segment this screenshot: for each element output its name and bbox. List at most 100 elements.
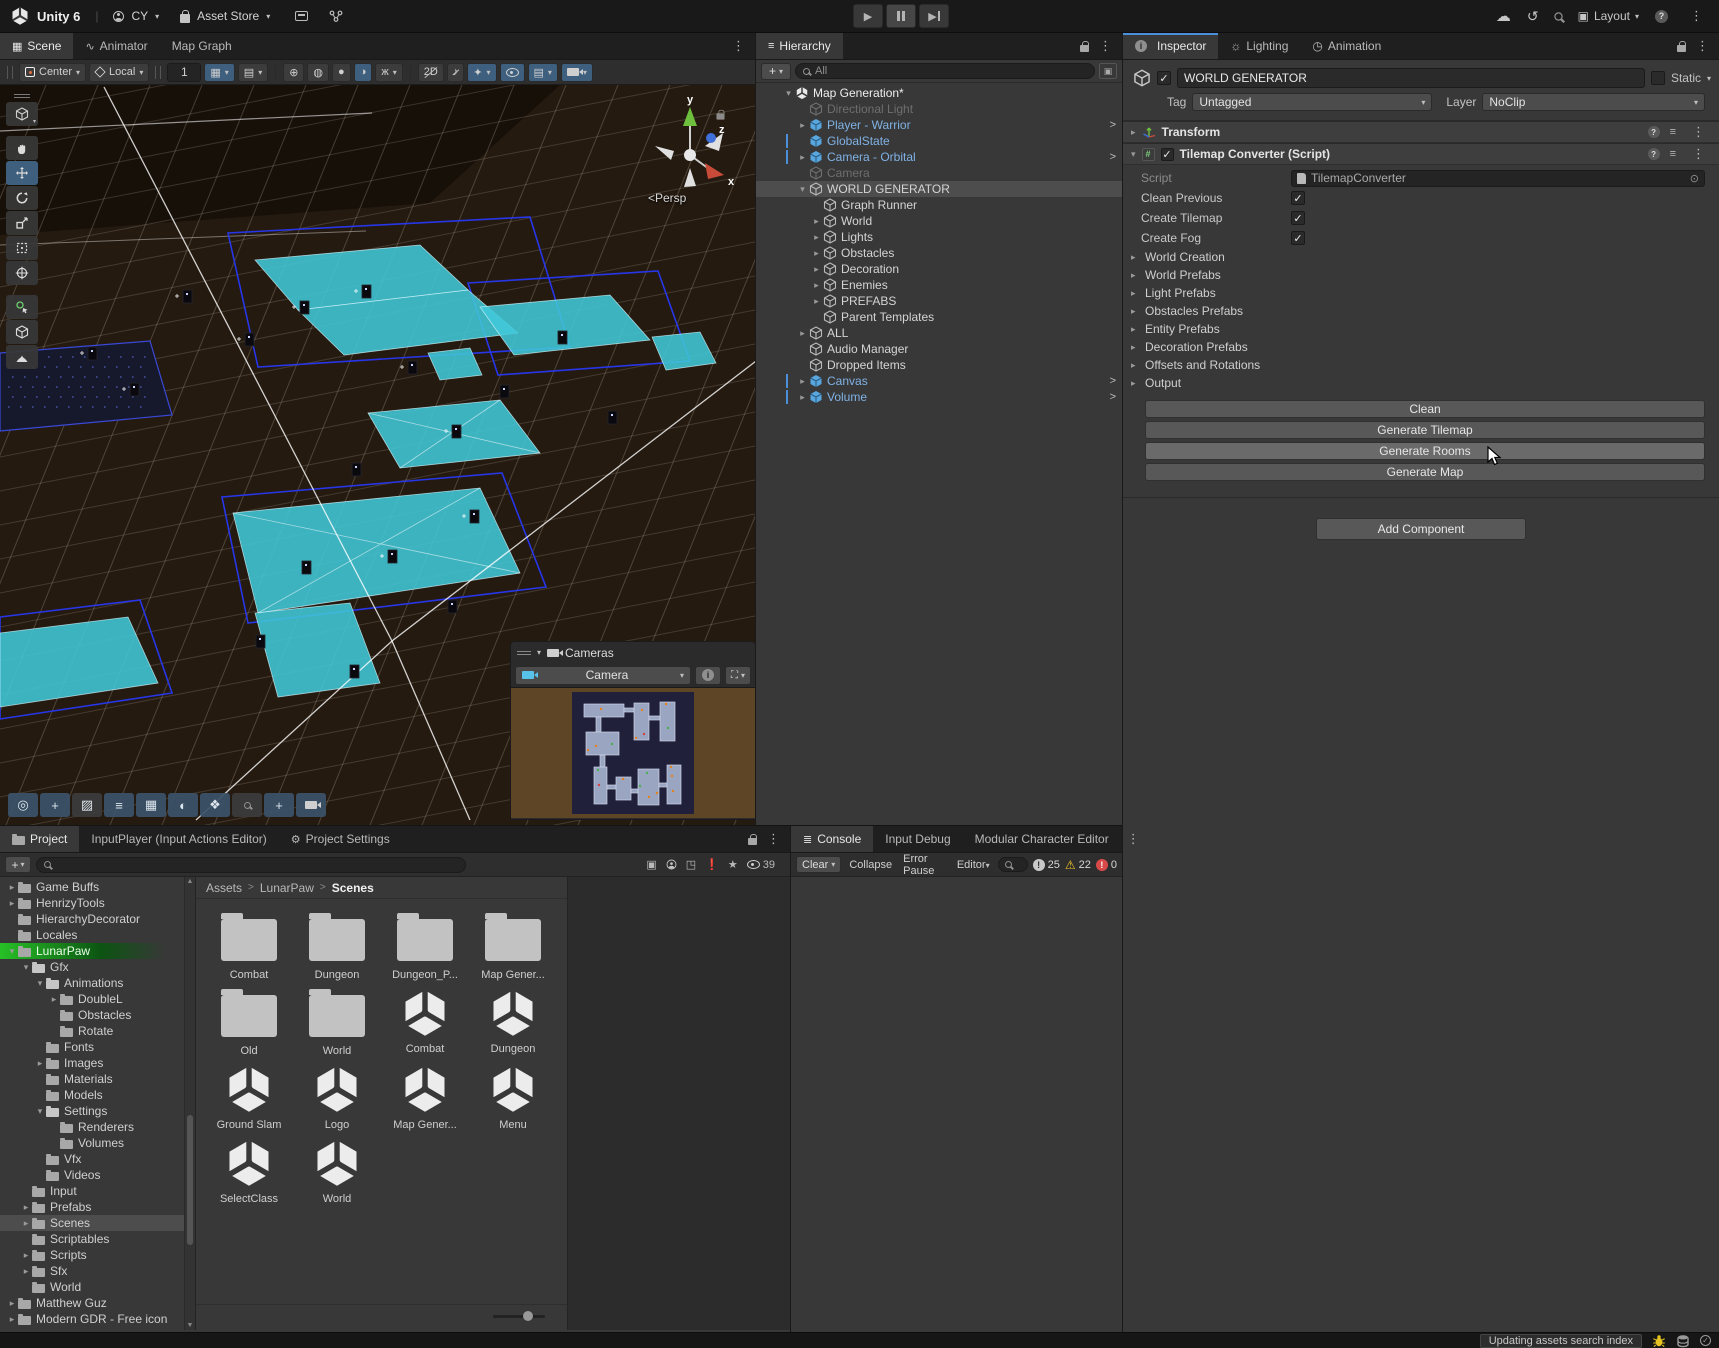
breadcrumb[interactable]: Assets>LunarPaw>Scenes	[196, 877, 567, 899]
tab-scene[interactable]: ▦Scene	[0, 33, 73, 59]
create-object-button[interactable]: +▾	[761, 63, 791, 80]
project-tree-item[interactable]: ▸Sfx	[0, 1263, 184, 1279]
asset-scene-item[interactable]: World	[298, 1133, 376, 1205]
hierarchy-item[interactable]: ▸ALL	[756, 325, 1122, 341]
inspector-foldout[interactable]: ▸World Prefabs	[1123, 266, 1719, 284]
debug-bug-dropdown[interactable]: ж ▾	[375, 63, 402, 82]
tab-project-settings[interactable]: ⚙Project Settings	[279, 826, 402, 852]
foldout-arrow-icon[interactable]: ▸	[20, 1202, 32, 1213]
center-overlay-button[interactable]: +	[264, 793, 294, 817]
expand-chevron-icon[interactable]: >	[1110, 391, 1116, 403]
project-tree-item[interactable]: Obstacles	[0, 1007, 184, 1023]
project-tree-item[interactable]: ▸Game Buffs	[0, 879, 184, 895]
kebab-menu-icon[interactable]: ⋮	[726, 38, 751, 54]
create-asset-button[interactable]: +▾	[5, 856, 31, 873]
expand-chevron-icon[interactable]: >	[1110, 119, 1116, 131]
scrollbar-thumb[interactable]	[187, 1115, 193, 1245]
gizmo-wire-toggle[interactable]: ⊕	[283, 63, 304, 82]
asset-scene-item[interactable]: Menu	[474, 1059, 552, 1131]
clear-button[interactable]: Clear▾	[796, 856, 841, 873]
inspector-foldout[interactable]: ▸Output	[1123, 374, 1719, 392]
hierarchy-item[interactable]: Audio Manager	[756, 341, 1122, 357]
project-tree-item[interactable]: ▾LunarPaw	[0, 943, 184, 959]
search-icon[interactable]	[1554, 12, 1562, 20]
warning-count-badge[interactable]: ⚠22	[1065, 858, 1091, 872]
property-checkbox[interactable]: ✓	[1291, 231, 1305, 245]
help-icon[interactable]: ?	[1655, 10, 1668, 23]
asset-store-menu[interactable]: Asset Store ▾	[180, 9, 270, 23]
snap-increment-field[interactable]: 1	[167, 63, 201, 82]
rotate-tool-button[interactable]	[6, 186, 38, 210]
script-object-field[interactable]: TilemapConverter ⊙	[1291, 170, 1705, 187]
lock-icon[interactable]	[1080, 45, 1089, 52]
tab-console[interactable]: ≣Console	[791, 826, 873, 852]
scene-viewport[interactable]: ▾ ◎+▨≡▦◐❖+ yzx <Persp ▾ Cameras Camera ▾	[0, 85, 755, 825]
inspector-foldout[interactable]: ▸Obstacles Prefabs	[1123, 302, 1719, 320]
asset-scene-item[interactable]: SelectClass	[210, 1133, 288, 1205]
hierarchy-item[interactable]: ▾WORLD GENERATOR	[756, 181, 1122, 197]
breadcrumb-item[interactable]: Assets	[206, 881, 242, 895]
foldout-arrow-icon[interactable]: ▸	[6, 898, 18, 909]
foldout-arrow-icon[interactable]: ▸	[796, 120, 809, 131]
tree-scrollbar[interactable]: ▲ ▼	[184, 877, 195, 1330]
foldout-arrow-icon[interactable]: ▸	[34, 1058, 46, 1069]
status-check-icon[interactable]: ✓	[1700, 1335, 1711, 1346]
tab-modular-character-editor[interactable]: Modular Character Editor	[963, 826, 1121, 852]
tab-project[interactable]: Project	[0, 826, 79, 852]
foldout-arrow-icon[interactable]: ▸	[810, 296, 823, 307]
foldout-arrow-icon[interactable]: ▸	[796, 328, 809, 339]
foldout-arrow-icon[interactable]: ▸	[6, 1314, 18, 1325]
layout-dropdown[interactable]: ▣ Layout ▾	[1578, 9, 1639, 23]
gizmo-shaded-toggle[interactable]: ◍	[307, 63, 329, 82]
project-tree-item[interactable]: ▸Modern GDR - Free icon	[0, 1311, 184, 1327]
asset-database-icon[interactable]	[1676, 1334, 1690, 1348]
console-log-area[interactable]	[791, 877, 1122, 1332]
generate-rooms-button[interactable]: Generate Rooms	[1145, 442, 1705, 460]
project-tree-item[interactable]: Materials	[0, 1071, 184, 1087]
object-picker-icon[interactable]: ⊙	[1690, 172, 1699, 185]
inspector-foldout[interactable]: ▸Entity Prefabs	[1123, 320, 1719, 338]
terrain-tool-button[interactable]	[6, 345, 38, 369]
foldout-arrow-icon[interactable]: ▸	[6, 1298, 18, 1309]
navigation-compass-button[interactable]: ◎	[8, 793, 38, 817]
cameras-overlay-header[interactable]: ▾ Cameras	[511, 642, 755, 663]
hierarchy-item[interactable]: ▸Decoration	[756, 261, 1122, 277]
help-icon[interactable]: ?	[1648, 126, 1660, 138]
project-tree-item[interactable]: ▸Prefabs	[0, 1199, 184, 1215]
cloud-button[interactable]: ☁	[1496, 7, 1511, 25]
step-button[interactable]: ▶	[919, 4, 949, 28]
project-tree-item[interactable]: ▸Images	[0, 1055, 184, 1071]
drag-handle-icon[interactable]	[7, 66, 13, 79]
projection-label[interactable]: <Persp	[648, 191, 686, 205]
tilemap-converter-component-header[interactable]: ▾ # ✓ Tilemap Converter (Script) ? ≡ ⋮	[1123, 143, 1719, 165]
kebab-menu-icon[interactable]: ⋮	[1686, 124, 1711, 140]
project-tree-item[interactable]: Models	[0, 1087, 184, 1103]
scene-camera-dropdown[interactable]: ▾	[561, 63, 593, 82]
breadcrumb-item[interactable]: LunarPaw	[260, 881, 314, 895]
hierarchy-item[interactable]: ▸Obstacles	[756, 245, 1122, 261]
kebab-menu-icon[interactable]: ⋮	[1093, 38, 1118, 54]
scene-visibility-toggle[interactable]	[500, 63, 525, 82]
layer-dropdown[interactable]: NoClip ▾	[1482, 93, 1705, 111]
project-tree-item[interactable]: ▾Settings	[0, 1103, 184, 1119]
asset-folder-item[interactable]: World	[298, 983, 376, 1057]
active-checkbox[interactable]: ✓	[1157, 71, 1171, 85]
inspector-foldout[interactable]: ▸Decoration Prefabs	[1123, 338, 1719, 356]
tab-animator[interactable]: ∿Animator	[73, 33, 159, 59]
kebab-menu-icon[interactable]: ⋮	[1121, 831, 1146, 847]
asset-folder-item[interactable]: Map Gener...	[474, 907, 552, 981]
asset-scene-item[interactable]: Dungeon	[474, 983, 552, 1057]
particle-tool-button[interactable]	[6, 295, 38, 319]
drag-handle-icon[interactable]	[517, 651, 531, 655]
layers-dropdown[interactable]: ▤ ▾	[528, 63, 558, 82]
snap-overlay-button[interactable]: ▨	[72, 793, 102, 817]
foldout-arrow-icon[interactable]: ▸	[810, 264, 823, 275]
project-tree-item[interactable]: ▸Scenes	[0, 1215, 184, 1231]
foldout-arrow-icon[interactable]: ▸	[810, 216, 823, 227]
editor-dropdown[interactable]: Editor▾	[954, 859, 993, 871]
foldout-arrow-icon[interactable]: ▸	[20, 1266, 32, 1277]
project-tree-item[interactable]: Rotate	[0, 1023, 184, 1039]
project-tree-item[interactable]: Renderers	[0, 1119, 184, 1135]
asset-folder-item[interactable]: Old	[210, 983, 288, 1057]
project-tree-item[interactable]: Fonts	[0, 1039, 184, 1055]
